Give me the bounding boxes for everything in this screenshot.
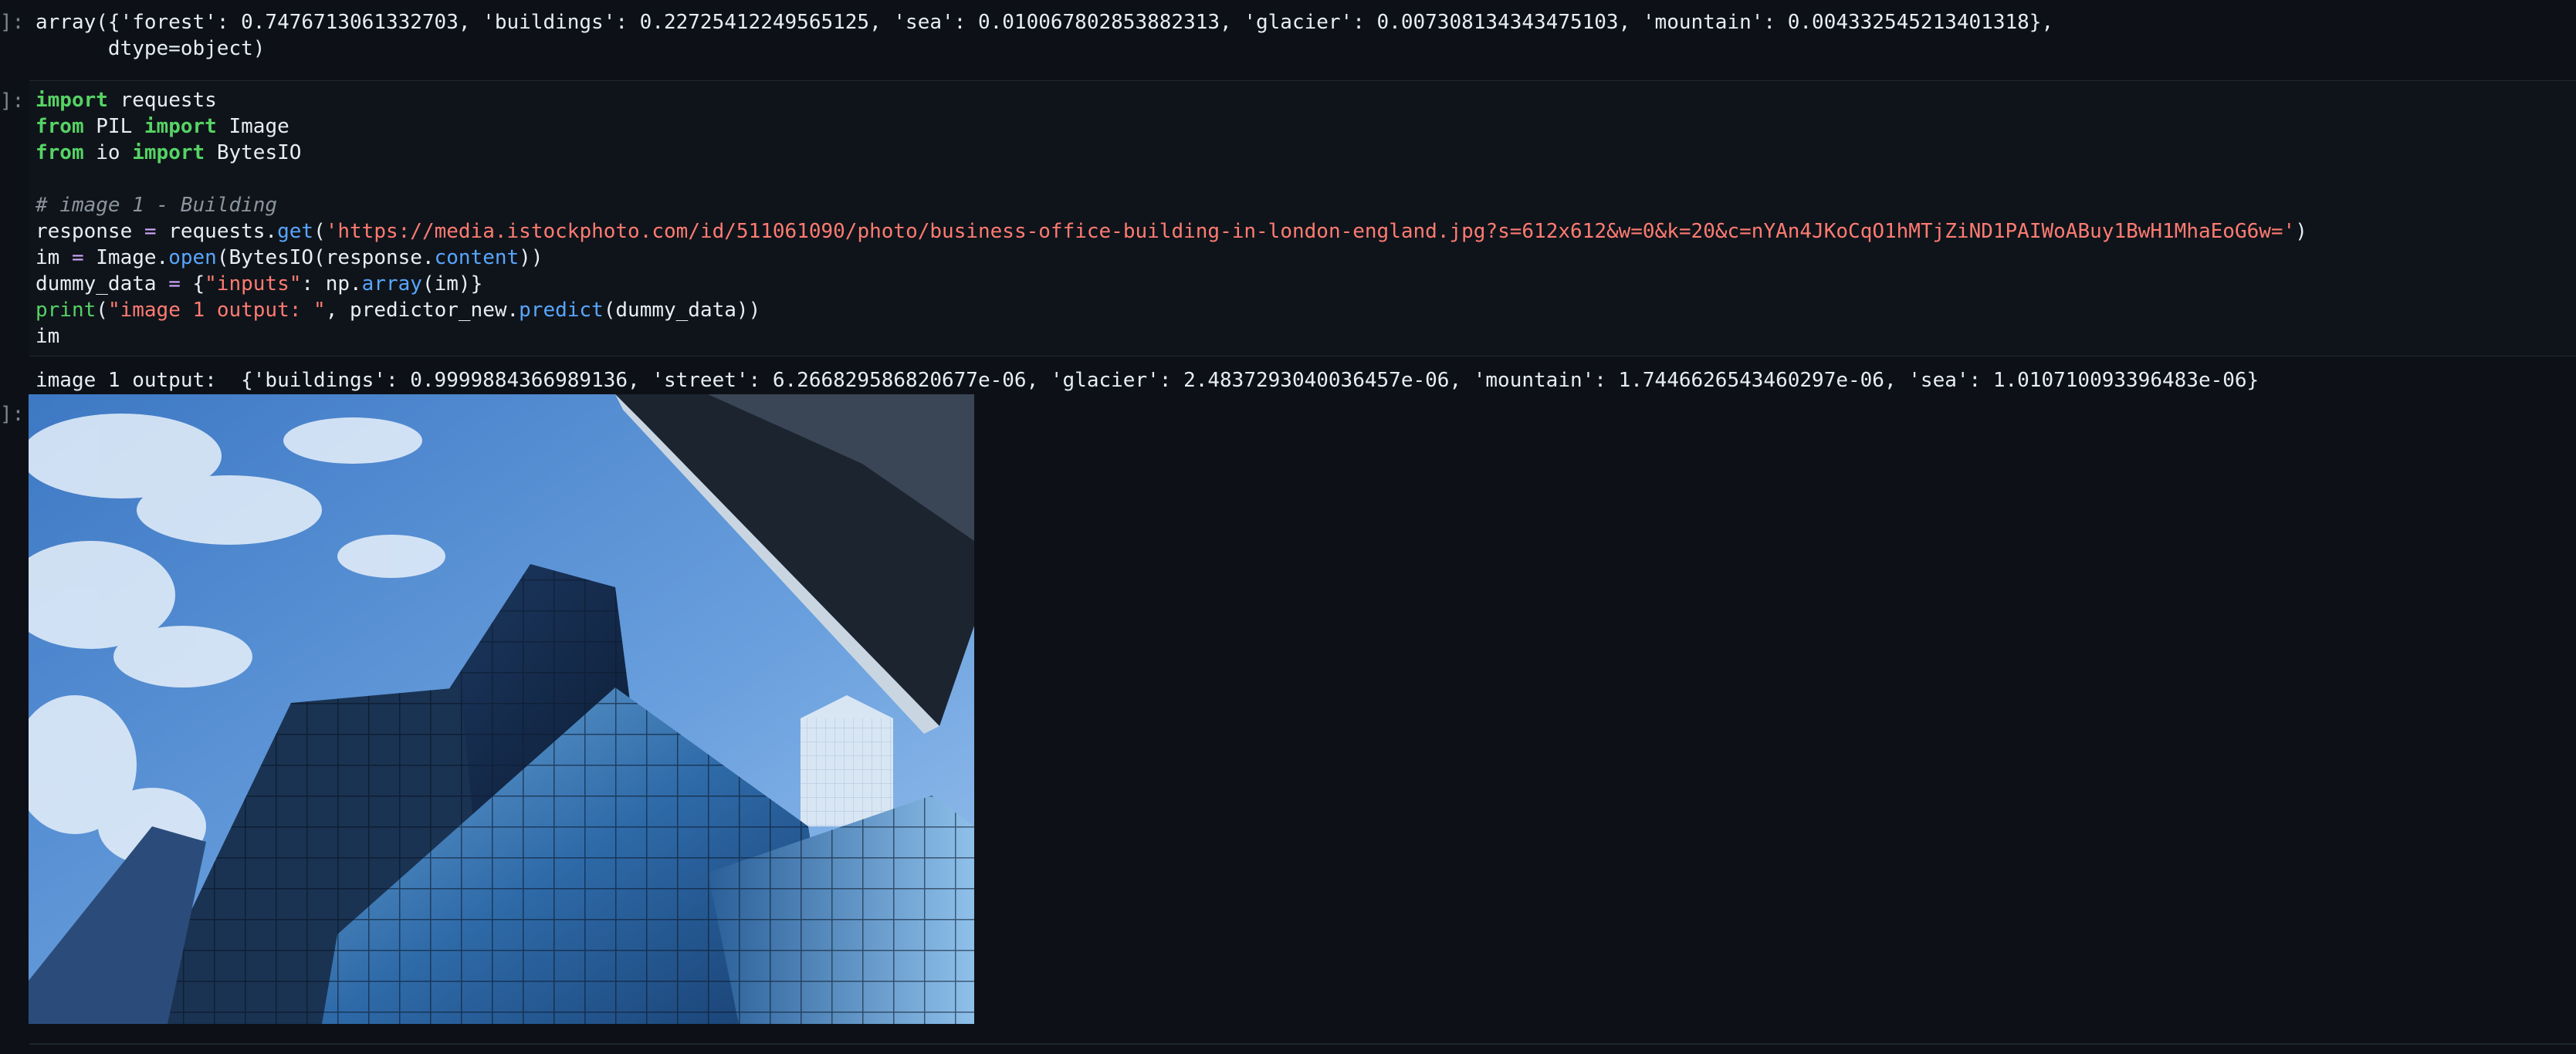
array-output-line-1: array({'forest': 0.7476713061332703, 'bu… <box>36 11 2054 34</box>
cell-prompt: ]: <box>0 11 25 34</box>
code-line-10: im <box>36 325 60 348</box>
code-line-1: import requests <box>36 89 217 112</box>
code-line-9: print("image 1 output: ", predictor_new.… <box>36 299 761 322</box>
code-line-6: response = requests.get('https://media.i… <box>36 220 2307 243</box>
notebook: ]: array({'forest': 0.7476713061332703, … <box>0 0 2576 1054</box>
code-line-3: from io import BytesIO <box>36 141 302 164</box>
code-editor[interactable]: import requests from PIL import Image fr… <box>36 87 2307 350</box>
array-output-line-2: dtype=object) <box>36 37 266 60</box>
image-output-prompt: ]: <box>0 403 25 426</box>
building-photo <box>29 394 974 1024</box>
building-photo-illustration <box>29 394 974 1024</box>
code-cell-prompt: ]: <box>0 90 25 113</box>
cell-divider <box>29 1043 2576 1045</box>
code-line-2: from PIL import Image <box>36 115 289 138</box>
code-line-8: dummy_data = {"inputs": np.array(im)} <box>36 272 483 296</box>
code-comment: # image 1 - Building <box>36 194 278 217</box>
code-cell[interactable]: import requests from PIL import Image fr… <box>29 80 2576 356</box>
code-line-7: im = Image.open(BytesIO(response.content… <box>36 246 543 269</box>
prediction-output: image 1 output: {'buildings': 0.99998843… <box>36 369 2260 392</box>
